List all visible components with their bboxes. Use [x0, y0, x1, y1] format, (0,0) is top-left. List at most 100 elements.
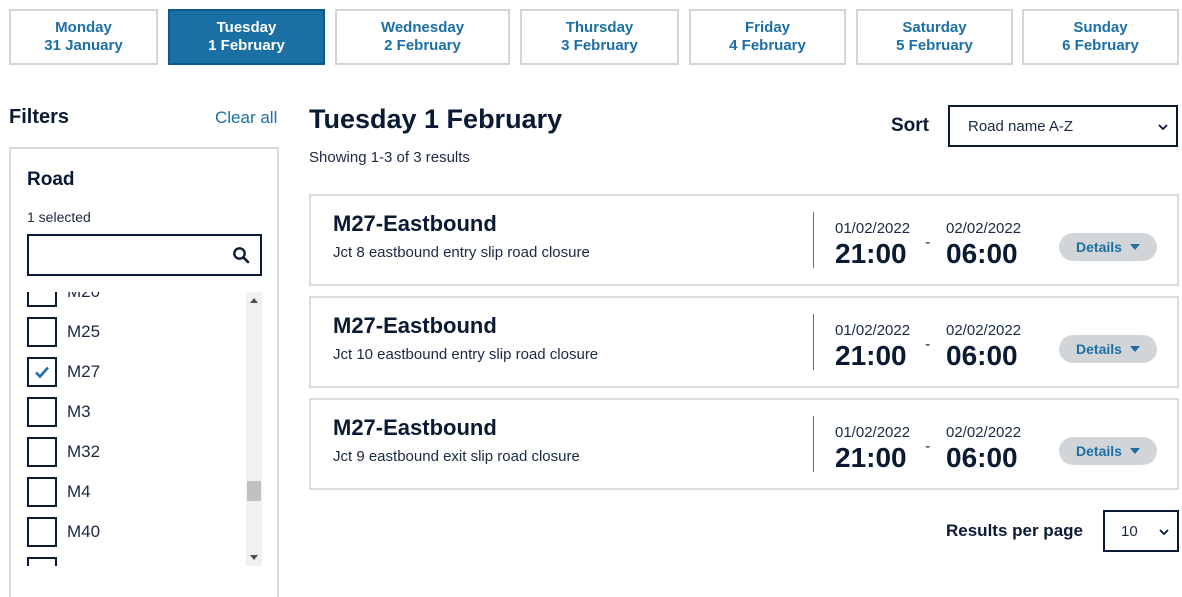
day-tab-wednesday[interactable]: Wednesday 2 February	[335, 9, 510, 65]
sort-selected-value: Road name A-Z	[968, 117, 1074, 135]
road-option-partial	[27, 552, 245, 566]
details-button[interactable]: Details	[1059, 335, 1157, 363]
day-tab-date: 2 February	[384, 37, 461, 54]
clear-all-link[interactable]: Clear all	[215, 108, 277, 128]
day-tab-date: 4 February	[729, 37, 806, 54]
day-tab-day: Sunday	[1073, 19, 1128, 36]
day-tab-day: Saturday	[902, 19, 967, 36]
closure-card: M27-Eastbound Jct 10 eastbound entry sli…	[309, 296, 1179, 388]
closure-card: M27-Eastbound Jct 8 eastbound entry slip…	[309, 194, 1179, 286]
day-tab-day: Thursday	[565, 19, 634, 36]
day-tab-day: Friday	[744, 19, 790, 36]
day-tab-friday[interactable]: Friday 4 February	[689, 9, 846, 65]
road-checkbox[interactable]	[27, 292, 57, 307]
selected-count: 1 selected	[27, 209, 91, 225]
closure-end-time: 06:00	[946, 238, 1018, 269]
road-checkbox[interactable]	[27, 477, 57, 507]
road-checkbox[interactable]	[27, 517, 57, 547]
closure-start-date: 01/02/2022	[835, 424, 911, 441]
day-tab-day: Tuesday	[216, 19, 277, 36]
road-checkbox	[27, 557, 57, 566]
results-per-page-label: Results per page	[946, 521, 1083, 540]
road-option-label: M4	[67, 482, 91, 501]
road-list: M20 M25 M27 M3 M32	[27, 292, 245, 566]
road-option-label: M40	[67, 522, 101, 541]
road-search-field[interactable]	[27, 234, 262, 276]
closure-road: M27-Eastbound	[333, 415, 497, 440]
road-option-label: M25	[67, 322, 101, 341]
results-per-page-select[interactable]: 10	[1103, 510, 1179, 552]
day-tab-date: 1 February	[208, 37, 285, 54]
day-tab-saturday[interactable]: Saturday 5 February	[856, 9, 1013, 65]
road-option-label: M32	[67, 442, 101, 461]
road-checkbox[interactable]	[27, 437, 57, 467]
closure-end-date: 02/02/2022	[946, 322, 1022, 339]
closure-divider	[813, 416, 814, 472]
closure-road: M27-Eastbound	[333, 211, 497, 236]
closure-end-time: 06:00	[946, 340, 1018, 371]
road-list-scroll-area[interactable]: M20 M25 M27 M3 M32	[27, 292, 262, 566]
time-separator: -	[925, 234, 931, 251]
road-option-label: M3	[67, 402, 91, 421]
road-list-scrollbar[interactable]	[246, 292, 262, 566]
result-count: Showing 1-3 of 3 results	[309, 149, 470, 166]
closure-description: Jct 10 eastbound entry slip road closure	[333, 346, 599, 363]
road-checkbox[interactable]	[27, 357, 57, 387]
details-button[interactable]: Details	[1059, 437, 1157, 465]
day-tab-tuesday[interactable]: Tuesday 1 February	[168, 9, 325, 65]
details-button-label: Details	[1076, 239, 1122, 255]
closure-start-time: 21:00	[835, 442, 907, 473]
road-option-m25[interactable]: M25	[27, 312, 245, 352]
search-icon[interactable]	[232, 246, 250, 264]
day-tab-date: 5 February	[896, 37, 973, 54]
road-option-m20[interactable]: M20	[27, 292, 245, 312]
time-separator: -	[925, 336, 931, 353]
day-tab-date: 6 February	[1062, 37, 1139, 54]
day-tab-date: 3 February	[561, 37, 638, 54]
day-tab-day: Wednesday	[380, 19, 465, 36]
road-option-m3[interactable]: M3	[27, 392, 245, 432]
closure-end-time: 06:00	[946, 442, 1018, 473]
caret-down-icon	[1129, 244, 1140, 250]
closure-description: Jct 9 eastbound exit slip road closure	[333, 448, 580, 465]
road-option-m4[interactable]: M4	[27, 472, 245, 512]
road-filter-title: Road	[27, 169, 75, 190]
closure-end-date: 02/02/2022	[946, 424, 1022, 441]
day-tab-thursday[interactable]: Thursday 3 February	[520, 9, 679, 65]
closure-start-time: 21:00	[835, 238, 907, 269]
road-checkbox[interactable]	[27, 317, 57, 347]
chevron-down-icon	[1159, 529, 1169, 536]
day-tab-monday[interactable]: Monday 31 January	[9, 9, 158, 65]
closure-card: M27-Eastbound Jct 9 eastbound exit slip …	[309, 398, 1179, 490]
day-tab-sunday[interactable]: Sunday 6 February	[1022, 9, 1179, 65]
road-option-m27[interactable]: M27	[27, 352, 245, 392]
road-search-input[interactable]	[35, 237, 225, 273]
closure-start-time: 21:00	[835, 340, 907, 371]
sort-label: Sort	[891, 115, 929, 136]
road-option-label: M27	[67, 362, 101, 381]
chevron-down-icon	[1158, 124, 1168, 131]
closure-start-date: 01/02/2022	[835, 220, 911, 237]
filters-title: Filters	[9, 106, 70, 128]
closure-divider	[813, 314, 814, 370]
sort-select[interactable]: Road name A-Z	[948, 105, 1178, 147]
closure-start-date: 01/02/2022	[835, 322, 911, 339]
closure-description: Jct 8 eastbound entry slip road closure	[333, 244, 590, 261]
details-button-label: Details	[1076, 443, 1122, 459]
closure-road: M27-Eastbound	[333, 313, 497, 338]
day-tab-date: 31 January	[44, 37, 123, 54]
scrollbar-thumb[interactable]	[247, 481, 261, 501]
page-title: Tuesday 1 February	[309, 104, 563, 134]
day-tab-day: Monday	[55, 19, 112, 36]
results-per-page-value: 10	[1121, 522, 1138, 540]
scroll-up-arrow-icon[interactable]	[250, 298, 258, 303]
road-option-m40[interactable]: M40	[27, 512, 245, 552]
road-filter-panel: Road 1 selected M20 M25	[9, 147, 279, 597]
road-option-m32[interactable]: M32	[27, 432, 245, 472]
details-button-label: Details	[1076, 341, 1122, 357]
scroll-down-arrow-icon[interactable]	[250, 555, 258, 560]
road-option-label: M20	[67, 292, 100, 302]
road-checkbox[interactable]	[27, 397, 57, 427]
caret-down-icon	[1129, 448, 1140, 454]
details-button[interactable]: Details	[1059, 233, 1157, 261]
